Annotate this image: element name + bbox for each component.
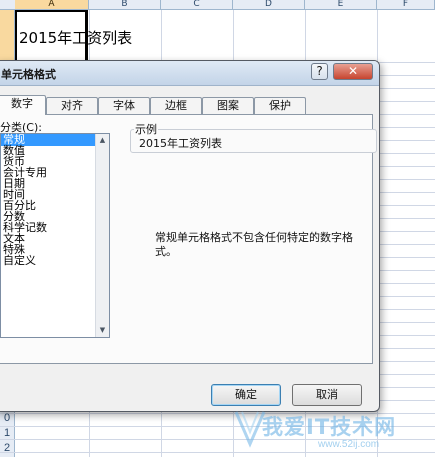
- format-cells-dialog: 单元格格式 ? ✕ 数字 对齐 字体 边框 图案 保护 分类(C): 常规 数值…: [0, 60, 380, 412]
- scroll-up-icon[interactable]: ▲: [96, 134, 109, 147]
- tab-label: 图案: [217, 99, 239, 112]
- tab-label: 保护: [269, 99, 291, 112]
- tab-border[interactable]: 边框: [150, 97, 202, 114]
- tab-alignment[interactable]: 对齐: [46, 97, 98, 114]
- row-header-selected[interactable]: [0, 10, 14, 63]
- dialog-title: 单元格格式: [1, 68, 56, 81]
- scroll-down-icon[interactable]: ▼: [96, 324, 109, 337]
- cell-a1-text: 2015年工资列表: [19, 29, 133, 47]
- tab-label: 对齐: [61, 99, 83, 112]
- tab-label: 边框: [165, 99, 187, 112]
- row-number[interactable]: 1: [0, 427, 14, 439]
- column-header-c[interactable]: C: [161, 0, 233, 9]
- tab-protection[interactable]: 保护: [254, 97, 306, 114]
- sample-box: 2015年工资列表: [130, 129, 377, 153]
- sample-value: 2015年工资列表: [139, 137, 222, 150]
- ok-button[interactable]: 确定: [211, 384, 281, 406]
- dialog-tabs: 数字 对齐 字体 边框 图案 保护: [0, 95, 379, 115]
- category-list[interactable]: 常规 数值 货币 会计专用 日期 时间 百分比 分数 科学记数 文本 特殊 自定…: [0, 133, 110, 338]
- tab-number[interactable]: 数字: [0, 95, 46, 115]
- cancel-button[interactable]: 取消: [292, 384, 362, 406]
- help-button[interactable]: ?: [311, 63, 328, 80]
- column-header-d[interactable]: D: [233, 0, 305, 9]
- tab-patterns[interactable]: 图案: [202, 97, 254, 114]
- column-header-a[interactable]: A: [15, 0, 89, 9]
- category-scrollbar[interactable]: ▲ ▼: [95, 134, 109, 337]
- column-header-b[interactable]: B: [89, 0, 161, 9]
- sample-group: 示例 2015年工资列表: [130, 121, 378, 153]
- tab-font[interactable]: 字体: [98, 97, 150, 114]
- close-icon: ✕: [347, 64, 359, 78]
- tab-label: 字体: [113, 99, 135, 112]
- category-item-custom[interactable]: 自定义: [1, 255, 98, 267]
- site-watermark: 我爱IT技术网 www.52ij.com: [230, 408, 430, 453]
- sample-label: 示例: [134, 121, 158, 137]
- row-number[interactable]: 0: [0, 412, 14, 424]
- column-header-f[interactable]: F: [377, 0, 435, 9]
- close-button[interactable]: ✕: [333, 63, 373, 80]
- column-headers: A B C D E F: [0, 0, 435, 10]
- watermark-text: 我爱IT技术网: [262, 415, 397, 439]
- row-number[interactable]: 2: [0, 442, 14, 454]
- watermark-url: www.52ij.com: [318, 439, 380, 450]
- tab-label: 数字: [11, 97, 33, 110]
- column-header-e[interactable]: E: [305, 0, 377, 9]
- dialog-titlebar[interactable]: 单元格格式 ? ✕: [0, 61, 379, 86]
- format-description: 常规单元格格式不包含任何特定的数字格式。: [155, 231, 353, 258]
